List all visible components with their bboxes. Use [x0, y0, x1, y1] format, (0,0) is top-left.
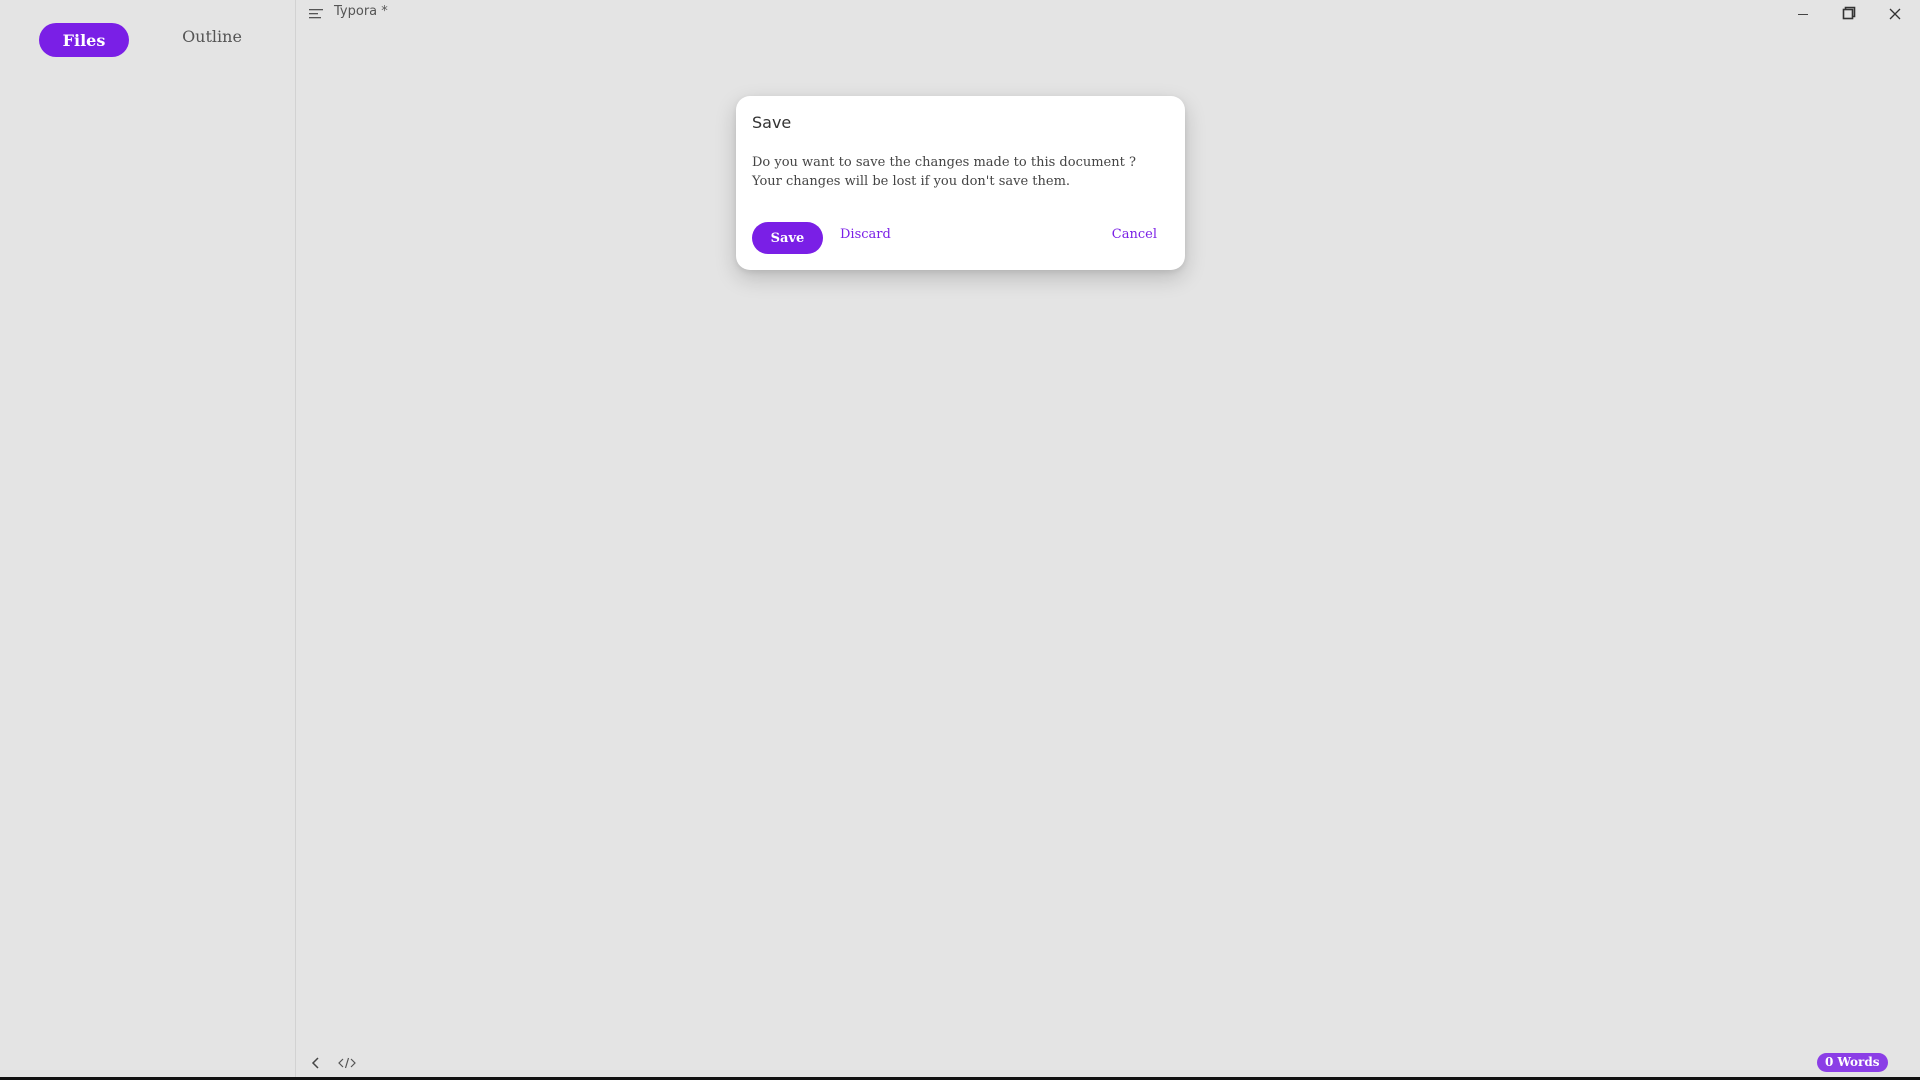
- close-button[interactable]: [1872, 0, 1918, 28]
- sidebar: Files Outline: [0, 0, 296, 1077]
- window-title: Typora *: [334, 4, 388, 19]
- tab-outline[interactable]: Outline: [170, 24, 254, 48]
- restore-icon: [1842, 5, 1856, 24]
- restore-button[interactable]: [1826, 0, 1872, 28]
- chevron-left-icon[interactable]: [308, 1055, 324, 1071]
- dialog-message-line-1: Do you want to save the changes made to …: [752, 155, 1136, 170]
- word-count-badge[interactable]: 0 Words: [1817, 1053, 1888, 1072]
- title-bar: Typora *: [297, 0, 1920, 28]
- close-icon: [1889, 5, 1901, 24]
- minimize-icon: [1797, 5, 1809, 24]
- typora-window: Files Outline Typora * Save Do you want …: [0, 0, 1920, 1080]
- dialog-message-line-2: Your changes will be lost if you don't s…: [752, 174, 1071, 189]
- dialog-message: Do you want to save the changes made to …: [752, 153, 1172, 191]
- dialog-title: Save: [752, 113, 792, 132]
- cancel-button[interactable]: Cancel: [1112, 227, 1157, 242]
- save-dialog: Save Do you want to save the changes mad…: [736, 96, 1185, 270]
- tab-files[interactable]: Files: [39, 23, 129, 57]
- discard-button[interactable]: Discard: [840, 227, 891, 242]
- minimize-button[interactable]: [1780, 0, 1826, 28]
- save-button[interactable]: Save: [752, 222, 823, 254]
- status-bar: 0 Words: [297, 1050, 1920, 1076]
- menu-icon[interactable]: [309, 6, 325, 20]
- source-code-icon[interactable]: [337, 1055, 357, 1071]
